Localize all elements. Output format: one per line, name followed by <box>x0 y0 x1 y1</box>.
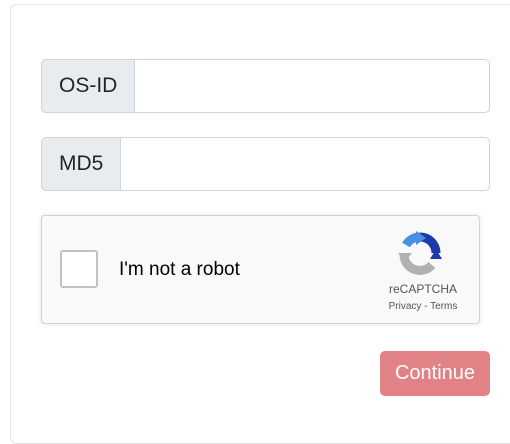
md5-input-group: MD5 <box>41 137 490 191</box>
continue-button[interactable]: Continue <box>380 351 490 396</box>
recaptcha-logo-icon <box>398 231 442 275</box>
recaptcha-brand-text: reCAPTCHA <box>388 282 457 296</box>
osid-label: OS-ID <box>41 59 135 113</box>
privacy-link[interactable]: Privacy <box>389 301 422 312</box>
recaptcha-checkbox-label: I'm not a robot <box>119 259 240 280</box>
md5-input[interactable] <box>120 137 490 191</box>
recaptcha-links: Privacy - Terms <box>368 301 478 312</box>
osid-input-group: OS-ID <box>41 59 490 113</box>
link-separator: - <box>421 301 431 312</box>
terms-link[interactable]: Terms <box>430 301 457 312</box>
recaptcha-widget: I'm not a robot reCAPTCHA Privacy - Term… <box>41 215 480 324</box>
recaptcha-checkbox[interactable] <box>60 250 98 288</box>
osid-input[interactable] <box>134 59 490 113</box>
md5-label: MD5 <box>41 137 121 191</box>
